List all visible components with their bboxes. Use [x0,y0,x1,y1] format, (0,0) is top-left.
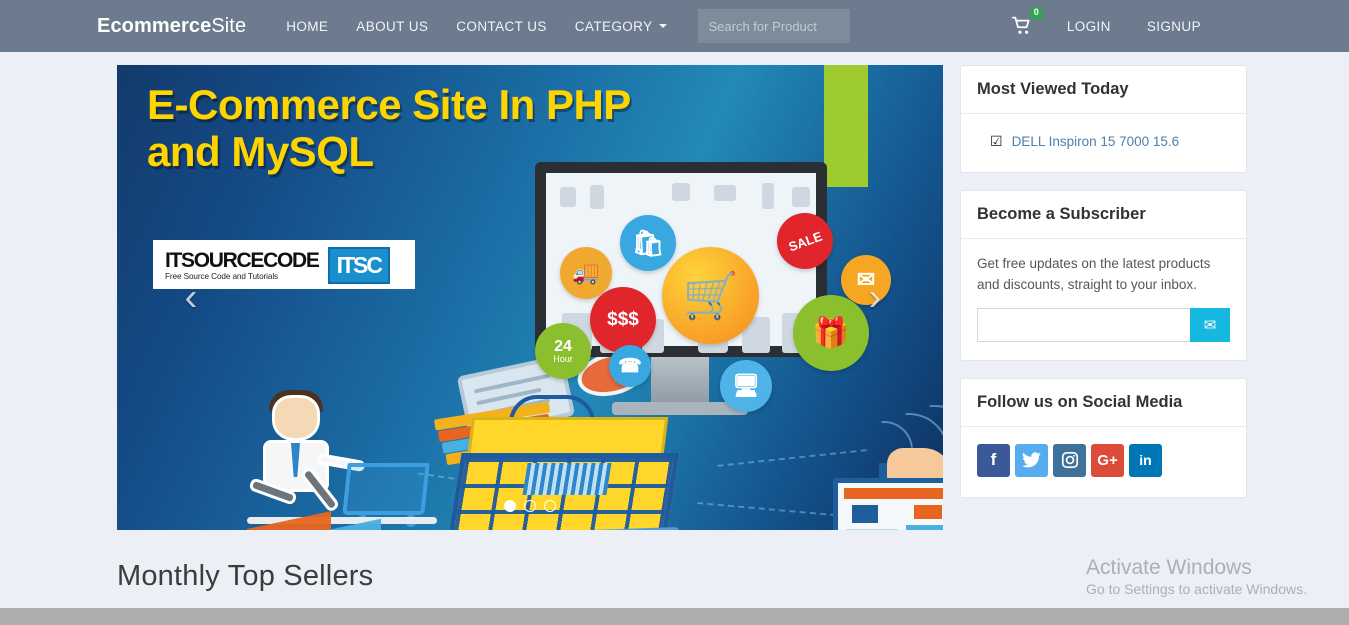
subscribe-submit-button[interactable]: ✉ [1190,307,1230,342]
subscriber-description: Get free updates on the latest products … [977,256,1211,292]
login-link[interactable]: LOGIN [1049,0,1129,52]
checkbox-checked-icon: ☑ [990,133,1003,149]
brand-light-text: Site [211,14,247,37]
instagram-glyph [1061,452,1078,469]
truck-bubble-icon: 🚚 [560,247,612,299]
signup-link[interactable]: SIGNUP [1129,0,1219,52]
most-viewed-title: Most Viewed Today [961,66,1246,114]
carousel-slide: E-Commerce Site In PHP and MySQL ITSOURC… [117,65,943,530]
webpage-header-bar [844,488,943,499]
carousel-indicator-1[interactable] [504,500,516,512]
subscriber-email-input[interactable] [977,307,1190,342]
shopping-cart-icon [1011,16,1030,34]
linkedin-glyph: in [1139,452,1152,469]
carousel-prev-button[interactable]: ‹ [169,276,213,319]
brand-bold-text: Ecommerce [97,14,212,37]
monitor-ghost-3 [672,183,690,201]
main-column: E-Commerce Site In PHP and MySQL ITSOURC… [117,65,943,593]
facebook-glyph: f [990,450,997,470]
carousel-indicators [117,500,943,512]
google-plus-icon[interactable]: G+ [1091,443,1124,477]
cart-badge-count: 0 [1029,7,1043,19]
banner-headline-line1: E-Commerce Site In PHP [147,81,631,128]
24-hour-bubble-inner: 24 Hour [553,337,573,364]
nav-item-about-us[interactable]: ABOUT US [342,0,442,52]
webpage-line-3 [906,525,943,530]
signup-label: SIGNUP [1146,18,1201,34]
envelope-icon: ✉ [1203,316,1217,334]
subscriber-title: Become a Subscriber [961,191,1246,239]
monitor-stand [651,357,709,405]
facebook-icon[interactable]: f [977,443,1010,477]
chevron-down-icon [658,24,667,28]
navbar-inner: EcommerceSite HOME ABOUT US CONTACT US C… [0,0,1349,52]
panel-follow-us-social-media: Follow us on Social Media f G+ in [960,377,1247,498]
screen-bubble-icon: 🖥 [720,360,772,412]
money-bubble: $$$ [590,287,656,353]
monitor-ghost-4 [714,185,736,201]
sidebar: Most Viewed Today ☑ DELL Inspiron 15 700… [960,65,1247,593]
social-title: Follow us on Social Media [961,379,1246,427]
sale-tag-bubble: SALE [777,213,833,269]
horizontal-scrollbar[interactable] [0,608,1349,625]
google-plus-glyph: G+ [1097,451,1118,469]
social-icons-row: f G+ in [977,442,1230,479]
24-hour-bubble: 24 Hour [535,323,591,379]
monitor-ghost-2 [590,185,604,209]
nav-item-category[interactable]: CATEGORY [561,0,681,52]
panel-become-a-subscriber: Become a Subscriber Get free updates on … [960,190,1247,361]
logo-mark-text: ITSC [327,247,390,284]
24-hour-sub: Hour [553,353,573,364]
cart-button[interactable]: 0 [995,7,1049,36]
twitter-icon[interactable] [1015,443,1048,477]
carousel-indicator-2[interactable] [524,500,536,512]
subscriber-body: Get free updates on the latest products … [961,239,1246,360]
monitor-ghost-5 [762,183,774,209]
nav-item-home-label: HOME [286,18,329,34]
webpage-line-1 [846,529,898,530]
instagram-icon[interactable] [1053,443,1086,477]
nav-item-contact-us[interactable]: CONTACT US [442,0,561,52]
phone-bubble-icon: ☎ [609,345,651,387]
banner-headline: E-Commerce Site In PHP and MySQL [147,81,667,175]
carousel-indicator-3[interactable] [544,500,556,512]
logo-main-text: ITSOURCECODE [165,248,320,272]
decorative-dash-2 [717,449,867,467]
search-input[interactable] [697,9,850,43]
nav-item-about-us-label: ABOUT US [356,18,429,34]
barcode-illustration [522,463,612,495]
list-item[interactable]: ☑ DELL Inspiron 15 7000 15.6 [977,129,1230,154]
subscriber-form: ✉ [977,307,1230,342]
navbar-right-group: 0 LOGIN SIGNUP [995,0,1349,52]
sale-bubble-label: SALE [786,228,824,254]
person-head [272,395,320,441]
monitor-ghost-1 [560,187,576,207]
page-content: E-Commerce Site In PHP and MySQL ITSOURC… [0,52,1349,593]
social-body: f G+ in [961,427,1246,497]
decorative-green-bar [824,65,868,187]
nav-item-category-label: CATEGORY [574,18,653,34]
dollar-bubble-label: $$$ [607,309,639,330]
linkedin-icon[interactable]: in [1129,443,1162,477]
cart-bubble-icon: 🛒 [662,247,759,344]
24-hour-number: 24 [554,337,572,355]
shopping-bag-bubble-icon: 🛍 [620,215,676,271]
monitor-ghost-6 [792,187,810,207]
most-viewed-product-link[interactable]: DELL Inspiron 15 7000 15.6 [1012,134,1180,149]
nav-item-contact-us-label: CONTACT US [456,18,547,34]
nav-item-home[interactable]: HOME [272,0,342,52]
site-brand-logo[interactable]: EcommerceSite [97,15,246,38]
twitter-bird-glyph [1022,452,1041,468]
section-title-monthly-top-sellers: Monthly Top Sellers [117,560,374,592]
carousel-next-button[interactable]: › [853,276,897,319]
hero-carousel[interactable]: E-Commerce Site In PHP and MySQL ITSOURC… [117,65,943,530]
top-navbar: EcommerceSite HOME ABOUT US CONTACT US C… [0,0,1349,52]
login-label: LOGIN [1066,18,1111,34]
panel-most-viewed-today: Most Viewed Today ☑ DELL Inspiron 15 700… [960,65,1247,173]
most-viewed-body: ☑ DELL Inspiron 15 7000 15.6 [961,114,1246,172]
